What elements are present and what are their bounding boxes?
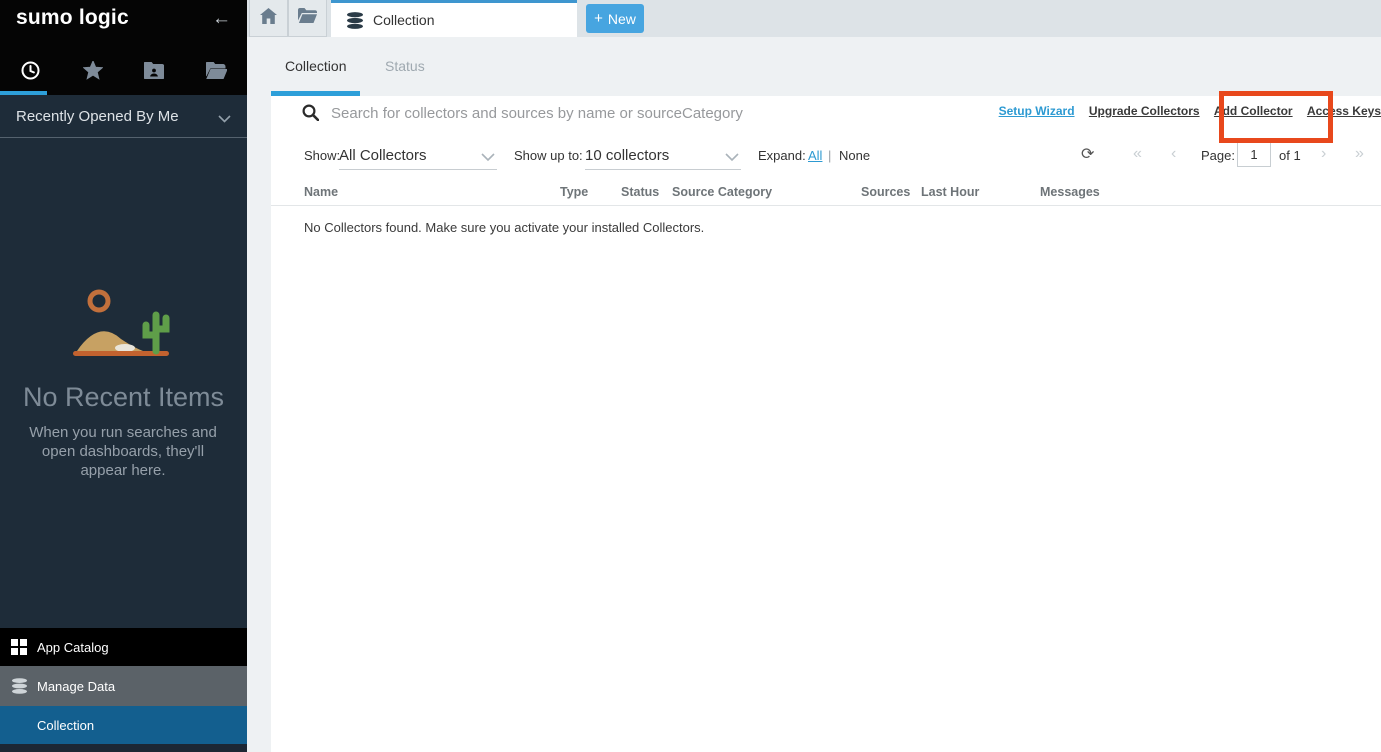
main-area: Collection + New Collection Status Setup… (247, 0, 1381, 752)
grid-icon (10, 639, 28, 655)
folder-icon (298, 8, 317, 28)
no-recent-items-title: No Recent Items (0, 382, 247, 413)
home-icon (260, 8, 277, 29)
sidebar-tab-recents[interactable] (0, 51, 62, 95)
recently-opened-dropdown[interactable]: Recently Opened By Me (0, 95, 247, 138)
next-page-icon[interactable]: › (1321, 145, 1326, 163)
search-icon (302, 104, 319, 126)
chevron-down-icon (725, 150, 739, 165)
column-header-source-category: Source Category (672, 185, 772, 199)
chevron-down-icon (481, 150, 495, 165)
top-tab-bar: Collection + New (247, 0, 1381, 37)
prev-page-icon[interactable]: ‹ (1171, 145, 1176, 163)
sidebar-item-collection[interactable]: Collection (0, 706, 247, 744)
sidebar-tab-shared[interactable] (124, 51, 186, 95)
home-tab-button[interactable] (249, 0, 288, 37)
sidebar-bottom-nav: App Catalog Manage Data Collection (0, 628, 247, 752)
sidebar-item-app-catalog[interactable]: App Catalog (0, 628, 247, 666)
page-label: Page: (1201, 148, 1235, 163)
plus-icon: + (594, 10, 603, 27)
show-dropdown-value: All Collectors (339, 147, 427, 164)
sidebar-item-label: Collection (37, 718, 94, 733)
database-icon (346, 12, 364, 29)
last-page-icon[interactable]: » (1355, 145, 1364, 163)
sidebar-bottom-strip (0, 744, 247, 752)
page-number-input[interactable] (1237, 142, 1271, 167)
page-of-label: of 1 (1279, 148, 1301, 163)
sidebar-item-manage-data[interactable]: Manage Data (0, 666, 247, 706)
clock-icon (21, 61, 40, 85)
search-input[interactable] (331, 100, 951, 126)
upgrade-collectors-link[interactable]: Upgrade Collectors (1089, 104, 1200, 118)
sidebar-nav-tabs (0, 51, 247, 95)
database-icon (10, 678, 28, 694)
show-dropdown[interactable]: All Collectors (339, 140, 497, 170)
column-header-sources: Sources (861, 185, 910, 199)
sidebar-item-label: App Catalog (37, 640, 109, 655)
folder-user-icon (144, 62, 164, 84)
filter-row: Show: All Collectors Show up to: 10 coll… (271, 140, 1381, 172)
show-label: Show: (304, 148, 340, 163)
empty-state-message: No Collectors found. Make sure you activ… (304, 220, 704, 235)
recently-opened-label: Recently Opened By Me (16, 108, 179, 125)
open-folder-icon (206, 62, 227, 84)
desert-illustration (0, 285, 247, 368)
sidebar-tab-favorites[interactable] (62, 51, 124, 95)
collapse-sidebar-icon[interactable]: ← (212, 8, 231, 30)
new-button-label: New (608, 11, 636, 27)
collection-panel: Setup Wizard Upgrade Collectors Add Coll… (271, 96, 1381, 752)
show-up-to-dropdown-value: 10 collectors (585, 147, 669, 164)
column-header-last-hour: Last Hour (921, 185, 979, 199)
sidebar: sumo logic ← (0, 0, 247, 752)
annotation-box (1219, 91, 1333, 143)
subtab-bar: Collection Status (247, 37, 1381, 96)
collection-tab[interactable]: Collection (331, 0, 577, 37)
expand-all-link[interactable]: All (808, 148, 822, 163)
separator: | (828, 148, 831, 163)
no-recent-items-message: When you run searches and open dashboard… (23, 423, 223, 480)
tab-label: Collection (373, 12, 434, 28)
sidebar-item-label: Manage Data (37, 679, 115, 694)
subtab-collection[interactable]: Collection (271, 37, 360, 96)
folder-tab-button[interactable] (288, 0, 327, 37)
show-up-to-label: Show up to: (514, 148, 583, 163)
column-header-name: Name (304, 185, 338, 199)
table-header-row: Name Type Status Source Category Sources… (271, 180, 1381, 206)
expand-label: Expand: (758, 148, 806, 163)
setup-wizard-link[interactable]: Setup Wizard (999, 104, 1075, 118)
column-header-status: Status (621, 185, 659, 199)
sumo-logic-logo: sumo logic (16, 6, 129, 30)
expand-none-link[interactable]: None (839, 148, 870, 163)
refresh-icon[interactable]: ⟳ (1081, 144, 1094, 164)
column-header-messages: Messages (1040, 185, 1100, 199)
new-button[interactable]: + New (586, 4, 644, 33)
column-header-type: Type (560, 185, 588, 199)
star-icon (83, 61, 103, 85)
chevron-down-icon (218, 110, 231, 128)
sidebar-header: sumo logic ← (0, 0, 247, 95)
first-page-icon[interactable]: « (1133, 145, 1142, 163)
sidebar-tab-library[interactable] (185, 51, 247, 95)
show-up-to-dropdown[interactable]: 10 collectors (585, 140, 741, 170)
subtab-status[interactable]: Status (371, 37, 439, 96)
